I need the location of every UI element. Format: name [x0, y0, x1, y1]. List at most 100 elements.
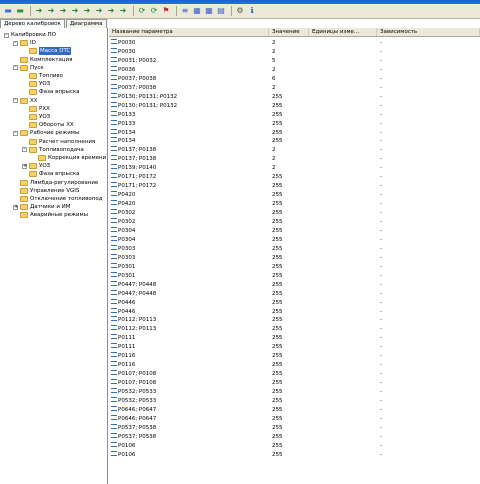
- collapse-icon[interactable]: -: [13, 40, 18, 46]
- collapse-icon[interactable]: -: [13, 65, 18, 71]
- table-row[interactable]: P0171; P0172 255 -: [109, 173, 480, 181]
- toolbar-flag-icon[interactable]: ⚑: [161, 6, 171, 16]
- table-row[interactable]: P0133 255 -: [109, 110, 480, 119]
- table-row[interactable]: P0532; P0533 255 -: [109, 397, 480, 405]
- tree-node[interactable]: Фаза впрыска: [22, 88, 80, 96]
- table-row[interactable]: P0030 2 -: [109, 47, 480, 56]
- table-row[interactable]: P0112; P0113 255 -: [109, 316, 480, 324]
- column-header[interactable]: Название параметра: [109, 28, 269, 36]
- toolbar-arrow-right-icon[interactable]: ➜: [70, 6, 80, 16]
- toolbar-chart-icon[interactable]: ▤: [216, 6, 226, 16]
- tree-node[interactable]: - ID: [13, 39, 36, 47]
- toolbar-arrow-right-icon[interactable]: ➜: [34, 6, 44, 16]
- collapse-icon[interactable]: -: [13, 98, 18, 104]
- table-row[interactable]: P0037; P0038 2 -: [109, 83, 480, 92]
- toolbar-info-icon[interactable]: ℹ: [247, 6, 257, 16]
- table-row[interactable]: P0420 255 -: [109, 200, 480, 208]
- toolbar-list-icon[interactable]: ≡: [180, 6, 190, 16]
- table-row[interactable]: P0532; P0533 255 -: [109, 388, 480, 396]
- column-header[interactable]: Зависимость: [377, 28, 480, 36]
- table-row[interactable]: P0537; P0538 255 -: [109, 423, 480, 432]
- tree-node[interactable]: УОЗ: [22, 80, 50, 88]
- table-row[interactable]: P0304 255 -: [109, 226, 480, 235]
- tree-node[interactable]: РXX: [22, 105, 50, 113]
- table-row[interactable]: P0139; P0140 2 -: [109, 164, 480, 172]
- table-row[interactable]: P0107; P0108 255 -: [109, 379, 480, 387]
- toolbar-arrow-right-icon[interactable]: ➜: [94, 6, 104, 16]
- table-row[interactable]: P0037; P0038 6 -: [109, 74, 480, 83]
- table-row[interactable]: P0447; P0448 255 -: [109, 280, 480, 289]
- tree-node[interactable]: Фаза впрыска: [22, 170, 80, 178]
- tree-node[interactable]: Отключение топливопод: [13, 195, 103, 203]
- table-row[interactable]: P0130; P0131; P0132 255 -: [109, 101, 480, 110]
- tree-node[interactable]: Масса DTC: [22, 47, 72, 56]
- table-row[interactable]: P0302 255 -: [109, 209, 480, 217]
- table-row[interactable]: P0133 255 -: [109, 119, 480, 128]
- column-header[interactable]: Единицы изме...: [309, 28, 377, 36]
- table-row[interactable]: P0116 255 -: [109, 361, 480, 369]
- table-row[interactable]: P0171; P0172 255 -: [109, 182, 480, 190]
- tree-node[interactable]: УОЗ: [22, 113, 50, 121]
- tree-node[interactable]: - Топливоподача: [22, 146, 84, 154]
- table-row[interactable]: P0304 255 -: [109, 235, 480, 244]
- tree-node[interactable]: Аварийные режимы: [13, 211, 88, 219]
- table-row[interactable]: P0301 255 -: [109, 262, 480, 271]
- tree-node[interactable]: - Пуск: [13, 64, 44, 72]
- table-row[interactable]: P0137; P0138 2 -: [109, 146, 480, 154]
- toolbar-arrow-right-icon[interactable]: ➜: [58, 6, 68, 16]
- toolbar-refresh-icon[interactable]: ⟳: [149, 6, 159, 16]
- table-row[interactable]: P0302 255 -: [109, 218, 480, 226]
- toolbar-arrow-right-icon[interactable]: ➜: [106, 6, 116, 16]
- toolbar-save-icon[interactable]: ▬: [3, 6, 13, 16]
- calibration-tree[interactable]: - Калибровки ПО - ID Масса DTC Комплектация - П…: [0, 28, 108, 484]
- toolbar-arrow-right-icon[interactable]: ➜: [82, 6, 92, 16]
- expand-icon[interactable]: +: [13, 204, 18, 210]
- collapse-icon[interactable]: -: [22, 147, 27, 153]
- toolbar-arrow-right-icon[interactable]: ➜: [118, 6, 128, 16]
- tree-node[interactable]: - Калибровки ПО: [4, 31, 56, 39]
- table-row[interactable]: P0446 255 -: [109, 307, 480, 316]
- toolbar-grid-icon[interactable]: ▦: [204, 6, 214, 16]
- table-row[interactable]: P0112; P0113 255 -: [109, 325, 480, 333]
- toolbar-grid-icon[interactable]: ▦: [192, 6, 202, 16]
- tree-node[interactable]: Обороты XX: [22, 121, 74, 129]
- expand-icon[interactable]: +: [22, 163, 27, 169]
- table-row[interactable]: P0446 255 -: [109, 298, 480, 307]
- table-row[interactable]: P0137; P0138 2 -: [109, 155, 480, 163]
- collapse-icon[interactable]: -: [13, 130, 18, 136]
- table-row[interactable]: P0646; P0647 255 -: [109, 414, 480, 423]
- tree-node[interactable]: Расчет наполнения: [22, 138, 95, 146]
- toolbar-open-icon[interactable]: ▬: [15, 6, 25, 16]
- tree-node[interactable]: + УОЗ: [22, 162, 50, 170]
- tree-node[interactable]: + Датчики и ИМ: [13, 203, 71, 211]
- tree-node[interactable]: Лямбда-регулирование: [13, 179, 98, 187]
- table-row[interactable]: P0134 255 -: [109, 137, 480, 145]
- table-row[interactable]: P0036 2 -: [109, 65, 480, 74]
- table-row[interactable]: P0030 2 -: [109, 39, 480, 47]
- column-header[interactable]: Значение: [269, 28, 309, 36]
- table-row[interactable]: P0106 255 -: [109, 450, 480, 459]
- tab-diagram[interactable]: Диаграмма: [65, 19, 107, 28]
- table-row[interactable]: P0031; P0032 5 -: [109, 56, 480, 65]
- table-row[interactable]: P0134 255 -: [109, 128, 480, 137]
- table-row[interactable]: P0420 255 -: [109, 191, 480, 199]
- table-row[interactable]: P0303 255 -: [109, 244, 480, 253]
- tree-node[interactable]: - XX: [13, 97, 38, 105]
- table-row[interactable]: P0107; P0108 255 -: [109, 370, 480, 378]
- table-row[interactable]: P0111 255 -: [109, 343, 480, 351]
- toolbar-arrow-right-icon[interactable]: ➜: [46, 6, 56, 16]
- table-row[interactable]: P0116 255 -: [109, 352, 480, 360]
- toolbar-gear-icon[interactable]: ⚙: [235, 6, 245, 16]
- table-row[interactable]: P0646; P0647 255 -: [109, 405, 480, 414]
- tree-node[interactable]: Комплектация: [13, 56, 72, 64]
- collapse-icon[interactable]: -: [4, 32, 9, 38]
- tree-node[interactable]: Управление VGIS: [13, 187, 79, 195]
- table-row[interactable]: P0303 255 -: [109, 253, 480, 262]
- table-row[interactable]: P0111 255 -: [109, 334, 480, 342]
- tree-node[interactable]: Топливо: [22, 72, 63, 80]
- table-row[interactable]: P0447; P0448 255 -: [109, 289, 480, 298]
- table-row[interactable]: P0130; P0131; P0132 255 -: [109, 92, 480, 101]
- tree-node[interactable]: Коррекция времени: [31, 154, 106, 162]
- table-row[interactable]: P0106 255 -: [109, 441, 480, 450]
- table-row[interactable]: P0537; P0538 255 -: [109, 432, 480, 441]
